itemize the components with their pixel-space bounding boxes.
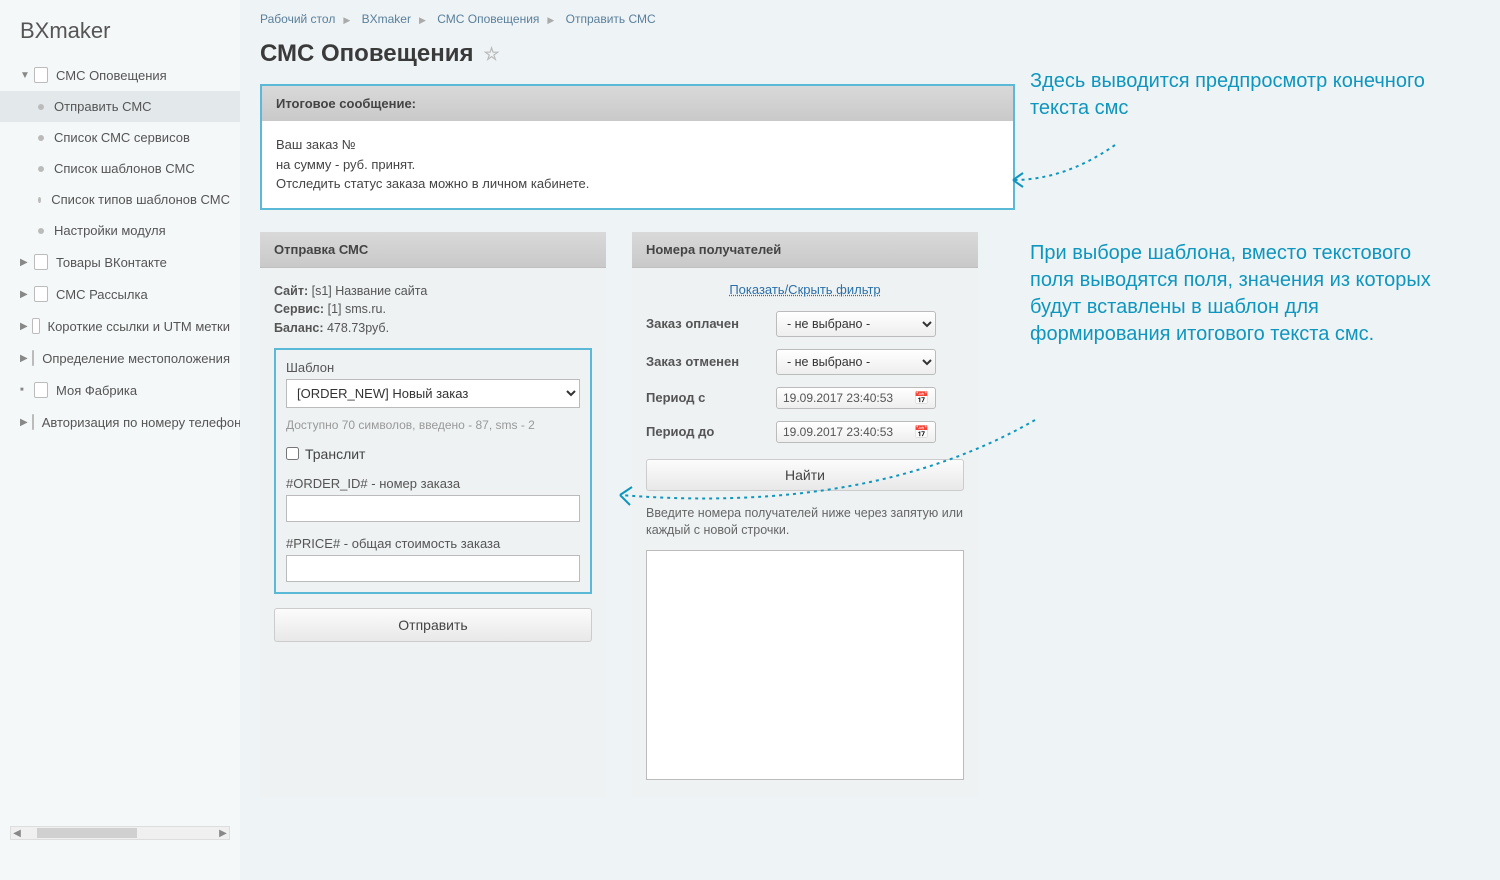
send-sms-panel: Отправка СМС Сайт: [s1] Название сайта С… [260,232,606,797]
folder-icon [32,318,40,334]
main-content: Рабочий стол ▶ BXmaker ▶ СМС Оповещения ▶ О… [240,0,1500,880]
scroll-right-icon[interactable]: ▶ [217,828,229,839]
nav-my-factory[interactable]: ■Моя Фабрика [0,374,240,406]
bullet-icon: ■ [20,387,30,393]
filter-paid-select[interactable]: - не выбрано - [776,311,936,337]
find-button[interactable]: Найти [646,459,964,491]
bullet-icon [38,166,44,172]
chevron-right-icon: ▶ [547,15,554,26]
folder-icon [34,382,48,398]
breadcrumb-link[interactable]: Рабочий стол [260,12,335,26]
chevron-down-icon: ▼ [20,70,30,81]
filter-to-label: Период до [646,424,776,439]
send-button[interactable]: Отправить [274,608,592,642]
filter-cancelled-select[interactable]: - не выбрано - [776,349,936,375]
chevron-right-icon: ▶ [343,15,350,26]
calendar-icon[interactable]: 📅 [914,425,929,439]
folder-icon [32,350,35,366]
brand-title: BXmaker [0,10,240,59]
breadcrumb-link[interactable]: BXmaker [362,12,411,26]
chevron-right-icon: ▶ [20,417,28,428]
folder-icon [34,254,48,270]
nav-sms-services[interactable]: Список СМС сервисов [0,122,240,153]
filter-from-date[interactable]: 19.09.2017 23:40:53📅 [776,387,936,409]
filter-toggle-link[interactable]: Показать/Скрыть фильтр [646,282,964,297]
price-input[interactable] [286,555,580,582]
recipients-panel: Номера получателей Показать/Скрыть фильт… [632,232,978,797]
star-icon[interactable]: ☆ [483,44,499,65]
filter-cancelled-label: Заказ отменен [646,354,776,369]
recipients-hint: Введите номера получателей ниже через за… [646,505,964,540]
nav-sms-templates[interactable]: Список шаблонов СМС [0,153,240,184]
recipients-textarea[interactable] [646,550,964,780]
meta-site: Сайт: [s1] Название сайта [274,282,592,301]
breadcrumb: Рабочий стол ▶ BXmaker ▶ СМС Оповещения ▶ О… [260,0,1480,34]
translit-checkbox[interactable] [286,447,299,460]
translit-label: Транслит [305,446,365,462]
nav-tree: ▼СМС Оповещения Отправить СМС Список СМС… [0,59,240,438]
folder-icon [34,286,48,302]
sms-preview-header: Итоговое сообщение: [262,86,1013,121]
chevron-right-icon: ▶ [20,353,28,364]
calendar-icon[interactable]: 📅 [914,391,929,405]
chevron-right-icon: ▶ [419,15,426,26]
template-label: Шаблон [286,360,580,375]
nav-short-links[interactable]: ▶Короткие ссылки и UTM метки [0,310,240,342]
order-id-input[interactable] [286,495,580,522]
breadcrumb-current: Отправить СМС [566,12,656,26]
sms-preview-body: Ваш заказ № на сумму - руб. принят. Отсл… [262,121,1013,208]
sidebar: BXmaker ▼СМС Оповещения Отправить СМС Сп… [0,0,240,880]
template-block: Шаблон [ORDER_NEW] Новый заказ Доступно … [274,348,592,594]
meta-balance: Баланс: 478.73руб. [274,319,592,338]
price-label: #PRICE# - общая стоимость заказа [286,536,580,551]
folder-icon [32,414,34,430]
breadcrumb-link[interactable]: СМС Оповещения [437,12,539,26]
send-sms-header: Отправка СМС [260,232,606,268]
chevron-right-icon: ▶ [20,257,30,268]
meta-service: Сервис: [1] sms.ru. [274,300,592,319]
bullet-icon [38,197,41,203]
nav-vk-goods[interactable]: ▶Товары ВКонтакте [0,246,240,278]
help-annotation-preview: Здесь выводится предпросмотр конечного т… [1030,68,1460,122]
scroll-left-icon[interactable]: ◀ [11,828,23,839]
order-id-label: #ORDER_ID# - номер заказа [286,476,580,491]
nav-sms-notifications[interactable]: ▼СМС Оповещения [0,59,240,91]
nav-sms-template-types[interactable]: Список типов шаблонов СМС [0,184,240,215]
sms-preview-box: Итоговое сообщение: Ваш заказ № на сумму… [260,84,1015,210]
template-select[interactable]: [ORDER_NEW] Новый заказ [286,379,580,408]
nav-phone-auth[interactable]: ▶Авторизация по номеру телефона [0,406,240,438]
filter-from-label: Период с [646,390,776,405]
scrollbar-thumb[interactable] [37,828,137,838]
recipients-header: Номера получателей [632,232,978,268]
filter-to-date[interactable]: 19.09.2017 23:40:53📅 [776,421,936,443]
nav-send-sms[interactable]: Отправить СМС [0,91,240,122]
nav-geolocation[interactable]: ▶Определение местоположения [0,342,240,374]
nav-module-settings[interactable]: Настройки модуля [0,215,240,246]
chars-hint: Доступно 70 символов, введено - 87, sms … [286,418,580,432]
chevron-right-icon: ▶ [20,289,30,300]
help-annotation-template: При выборе шаблона, вместо текстового по… [1030,240,1460,348]
bullet-icon [38,104,44,110]
filter-paid-label: Заказ оплачен [646,316,776,331]
sidebar-horizontal-scrollbar[interactable]: ◀ ▶ [10,826,230,840]
folder-icon [34,67,48,83]
chevron-right-icon: ▶ [20,321,28,332]
nav-sms-mailing[interactable]: ▶СМС Рассылка [0,278,240,310]
bullet-icon [38,135,44,141]
bullet-icon [38,228,44,234]
